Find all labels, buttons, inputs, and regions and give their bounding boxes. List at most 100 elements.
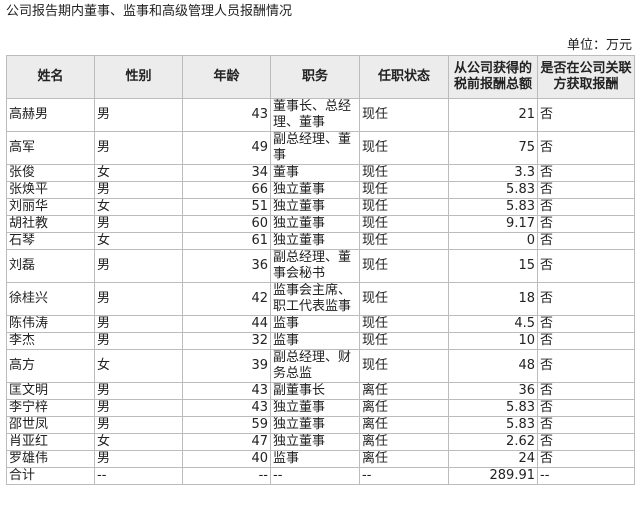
cell-gender: 女 <box>94 198 183 216</box>
cell-position: 独立董事 <box>270 433 360 451</box>
cell-name: 张俊 <box>6 164 95 182</box>
cell-position: 董事长、总经理、董事 <box>270 98 360 132</box>
cell-related-pay: 否 <box>537 164 635 182</box>
cell-status: 离任 <box>359 450 449 468</box>
cell-gender: 男 <box>94 131 183 165</box>
cell-age: 40 <box>182 450 271 468</box>
cell-position: -- <box>270 467 360 485</box>
cell-pay: 5.83 <box>448 198 538 216</box>
cell-gender: 男 <box>94 399 183 417</box>
table-row: 徐桂兴男 42 监事会主席、职工代表监事 现任 18 否 <box>6 282 635 316</box>
cell-position: 独立董事 <box>270 181 360 199</box>
cell-pay: 289.91 <box>448 467 538 485</box>
cell-position: 监事 <box>270 332 360 350</box>
cell-related-pay: 否 <box>537 315 635 333</box>
cell-name: 张焕平 <box>6 181 95 199</box>
cell-position: 独立董事 <box>270 399 360 417</box>
table-row: 陈伟涛男 44 监事 现任 4.5 否 <box>6 315 635 333</box>
cell-age: -- <box>182 467 271 485</box>
table-row: 高赫男男 43 董事长、总经理、董事 现任 21 否 <box>6 98 635 132</box>
report-title: 公司报告期内董事、监事和高级管理人员报酬情况 <box>6 4 293 19</box>
table-row: 李杰男 32 监事 现任 10 否 <box>6 332 635 350</box>
cell-position: 董事 <box>270 164 360 182</box>
cell-age: 39 <box>182 349 271 383</box>
cell-gender: 女 <box>94 232 183 250</box>
compensation-table: 姓名 性别 年龄 职务 任职状态 从公司获得的税前报酬总额 是否在公司关联方获取… <box>6 55 635 485</box>
cell-age: 59 <box>182 416 271 434</box>
table-row: 刘丽华女 51 独立董事 现任 5.83 否 <box>6 198 635 216</box>
cell-pay: 18 <box>448 282 538 316</box>
cell-status: 离任 <box>359 433 449 451</box>
cell-name: 石琴 <box>6 232 95 250</box>
cell-gender: -- <box>94 467 183 485</box>
cell-gender: 男 <box>94 416 183 434</box>
table-row: 邵世凤男 59 独立董事 离任 5.83 否 <box>6 416 635 434</box>
cell-status: 现任 <box>359 181 449 199</box>
cell-related-pay: 否 <box>537 416 635 434</box>
cell-name: 陈伟涛 <box>6 315 95 333</box>
cell-related-pay: 否 <box>537 181 635 199</box>
cell-related-pay: 否 <box>537 249 635 283</box>
cell-age: 66 <box>182 181 271 199</box>
cell-pay: 3.3 <box>448 164 538 182</box>
cell-position: 监事 <box>270 315 360 333</box>
cell-related-pay: 否 <box>537 198 635 216</box>
cell-gender: 男 <box>94 98 183 132</box>
cell-pay: 21 <box>448 98 538 132</box>
cell-pay: 4.5 <box>448 315 538 333</box>
cell-status: -- <box>359 467 449 485</box>
header-name: 姓名 <box>6 55 95 99</box>
cell-position: 副总经理、董事会秘书 <box>270 249 360 283</box>
cell-status: 现任 <box>359 164 449 182</box>
cell-age: 60 <box>182 215 271 233</box>
table-header-row: 姓名 性别 年龄 职务 任职状态 从公司获得的税前报酬总额 是否在公司关联方获取… <box>6 55 635 99</box>
cell-age: 42 <box>182 282 271 316</box>
cell-status: 离任 <box>359 416 449 434</box>
cell-gender: 男 <box>94 382 183 400</box>
cell-gender: 女 <box>94 349 183 383</box>
cell-pay: 9.17 <box>448 215 538 233</box>
unit-label: 单位：万元 <box>566 38 632 53</box>
cell-status: 现任 <box>359 249 449 283</box>
cell-pay: 5.83 <box>448 399 538 417</box>
table-row: 张俊女 34 董事 现任 3.3 否 <box>6 164 635 182</box>
table-row: 张焕平男 66 独立董事 现任 5.83 否 <box>6 181 635 199</box>
header-position: 职务 <box>270 55 360 99</box>
cell-gender: 男 <box>94 181 183 199</box>
cell-position: 独立董事 <box>270 416 360 434</box>
cell-position: 副董事长 <box>270 382 360 400</box>
cell-status: 现任 <box>359 332 449 350</box>
cell-status: 现任 <box>359 198 449 216</box>
cell-name: 李宁梓 <box>6 399 95 417</box>
cell-age: 36 <box>182 249 271 283</box>
cell-status: 现任 <box>359 215 449 233</box>
cell-gender: 男 <box>94 450 183 468</box>
cell-gender: 男 <box>94 249 183 283</box>
cell-name: 高赫男 <box>6 98 95 132</box>
cell-pay: 15 <box>448 249 538 283</box>
cell-status: 现任 <box>359 349 449 383</box>
total-row: 合计 -- -- -- -- 289.91 -- <box>6 467 635 485</box>
cell-age: 32 <box>182 332 271 350</box>
table-row: 肖亚红女 47 独立董事 离任 2.62 否 <box>6 433 635 451</box>
cell-gender: 男 <box>94 332 183 350</box>
cell-age: 43 <box>182 98 271 132</box>
cell-related-pay: 否 <box>537 382 635 400</box>
cell-pay: 75 <box>448 131 538 165</box>
cell-age: 43 <box>182 382 271 400</box>
cell-name: 合计 <box>6 467 95 485</box>
cell-position: 监事会主席、职工代表监事 <box>270 282 360 316</box>
cell-age: 43 <box>182 399 271 417</box>
cell-name: 罗雄伟 <box>6 450 95 468</box>
cell-related-pay: 否 <box>537 131 635 165</box>
cell-status: 现任 <box>359 131 449 165</box>
header-status: 任职状态 <box>359 55 449 99</box>
cell-related-pay: 否 <box>537 349 635 383</box>
cell-position: 独立董事 <box>270 215 360 233</box>
table-row: 胡社教男 60 独立董事 现任 9.17 否 <box>6 215 635 233</box>
cell-pay: 2.62 <box>448 433 538 451</box>
cell-status: 离任 <box>359 382 449 400</box>
cell-age: 47 <box>182 433 271 451</box>
cell-position: 独立董事 <box>270 232 360 250</box>
cell-name: 胡社教 <box>6 215 95 233</box>
